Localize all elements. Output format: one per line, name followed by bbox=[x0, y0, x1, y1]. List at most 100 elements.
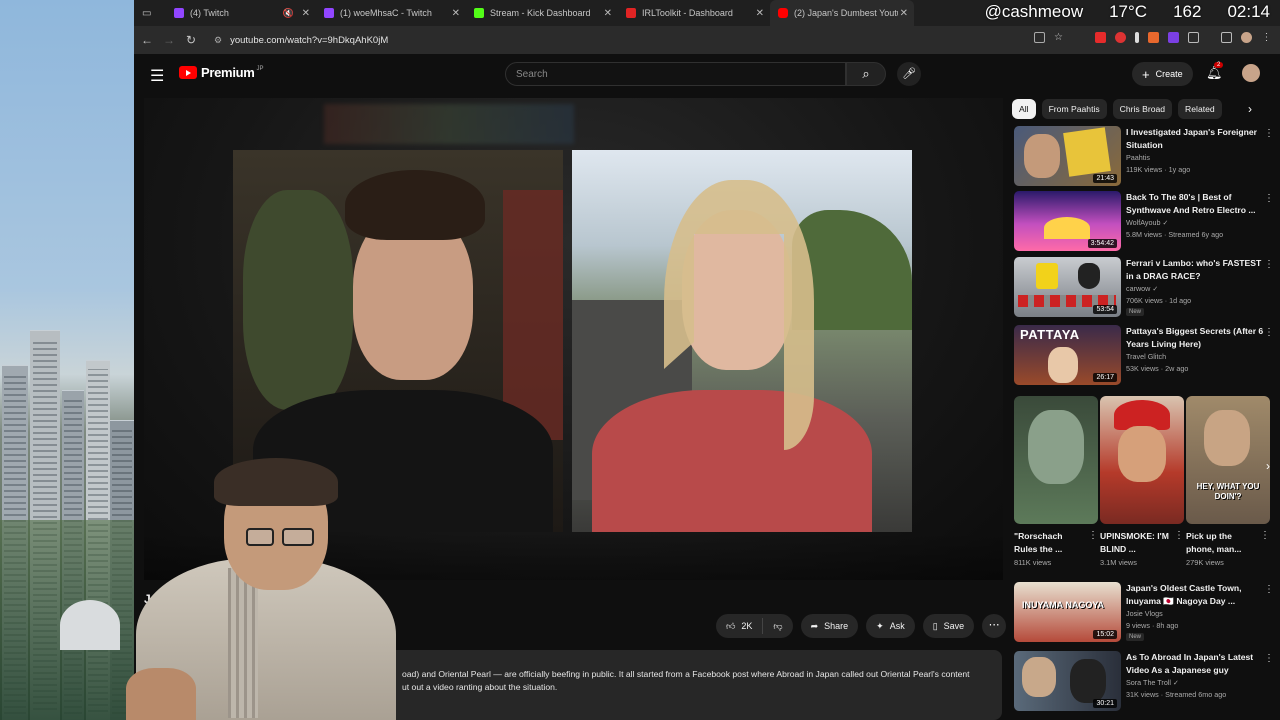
stream-handle: @cashmeow bbox=[984, 2, 1084, 21]
menu-dots-icon[interactable]: ⋮ bbox=[1261, 32, 1272, 43]
forward-icon[interactable]: → bbox=[158, 33, 180, 47]
recommendation-item[interactable]: PATTAYA 26:17 Pattaya's Biggest Secrets … bbox=[1014, 325, 1274, 387]
tab-title: Stream - Kick Dashboard bbox=[490, 8, 591, 18]
close-icon[interactable]: ✕ bbox=[756, 8, 764, 19]
like-button[interactable]: 👍︎ 2K bbox=[716, 614, 762, 638]
extension-icon[interactable] bbox=[1095, 32, 1106, 43]
rec-title[interactable]: Back To The 80's | Best of Synthwave And… bbox=[1126, 191, 1266, 216]
video-thumbnail[interactable]: 3:54:42 bbox=[1014, 191, 1121, 251]
share-button[interactable]: ➦ Share bbox=[800, 614, 859, 638]
video-thumbnail[interactable]: 21:43 bbox=[1014, 126, 1121, 186]
thumbnail-text: INUYAMA NAGOYA bbox=[1022, 600, 1105, 610]
rec-channel[interactable]: carwow ✓ bbox=[1126, 284, 1158, 293]
reading-list-icon[interactable] bbox=[1221, 32, 1232, 43]
more-options-icon[interactable]: ⋮ bbox=[1174, 530, 1184, 541]
rec-meta: 31K views · Streamed 6mo ago bbox=[1126, 690, 1227, 699]
avatar[interactable] bbox=[1242, 64, 1260, 82]
video-thumbnail[interactable]: 53:54 bbox=[1014, 257, 1121, 317]
recommendation-item[interactable]: 21:43 I Investigated Japan's Foreigner S… bbox=[1014, 126, 1274, 188]
close-icon[interactable]: ✕ bbox=[452, 8, 460, 19]
duration-badge: 53:54 bbox=[1093, 305, 1117, 314]
rec-title[interactable]: Japan's Oldest Castle Town, Inuyama 🇯🇵 N… bbox=[1126, 582, 1266, 607]
chip-related[interactable]: Related bbox=[1178, 99, 1222, 119]
youtube-header: ☰ Premium JP Search ⌕ 🎤︎ + Create 🔔︎ 2 bbox=[134, 54, 1280, 94]
thumbnail-text: HEY, WHAT YOU DOIN'? bbox=[1196, 482, 1260, 501]
mic-button[interactable]: 🎤︎ bbox=[897, 62, 921, 86]
search-input[interactable]: Search bbox=[505, 62, 846, 86]
save-button[interactable]: ▯ Save bbox=[922, 614, 975, 638]
close-icon[interactable]: ✕ bbox=[302, 8, 310, 19]
more-options-icon[interactable]: ⋮ bbox=[1260, 530, 1270, 541]
city-background bbox=[0, 0, 134, 720]
install-icon[interactable] bbox=[1034, 32, 1045, 43]
search-button[interactable]: ⌕ bbox=[846, 62, 886, 86]
rec-channel[interactable]: Travel Glitch bbox=[1126, 352, 1166, 361]
star-icon[interactable]: ☆ bbox=[1054, 32, 1065, 43]
short-title[interactable]: UPINSMOKE: I'M BLIND ... bbox=[1100, 530, 1172, 555]
mute-icon[interactable]: 🔇 bbox=[283, 8, 294, 19]
dislike-button[interactable]: 👎︎ bbox=[763, 614, 792, 638]
chip-all[interactable]: All bbox=[1012, 99, 1036, 119]
close-icon[interactable]: ✕ bbox=[900, 8, 908, 19]
extension-icon[interactable] bbox=[1168, 32, 1179, 43]
hamburger-icon[interactable]: ☰ bbox=[150, 66, 164, 86]
tab-twitch-1[interactable]: (4) Twitch 🔇 ✕ bbox=[166, 0, 316, 26]
profile-icon[interactable] bbox=[1241, 32, 1252, 43]
recommendation-item[interactable]: 30:21 As To Abroad In Japan's Latest Vid… bbox=[1014, 651, 1274, 713]
short-thumbnail[interactable] bbox=[1100, 396, 1184, 524]
more-options-icon[interactable]: ⋮ bbox=[1264, 653, 1274, 664]
chip-chris-broad[interactable]: Chris Broad bbox=[1112, 99, 1173, 119]
short-thumbnail[interactable]: HEY, WHAT YOU DOIN'? bbox=[1186, 396, 1270, 524]
chevron-right-icon[interactable]: › bbox=[1266, 459, 1270, 473]
rec-title[interactable]: I Investigated Japan's Foreigner Situati… bbox=[1126, 126, 1266, 151]
save-label: Save bbox=[943, 621, 965, 631]
short-title[interactable]: "Rorschach Rules the ... bbox=[1014, 530, 1086, 555]
rec-title[interactable]: As To Abroad In Japan's Latest Video As … bbox=[1126, 651, 1266, 676]
rec-channel[interactable]: Josie Vlogs bbox=[1126, 609, 1163, 618]
tab-irltoolkit[interactable]: IRLToolkit - Dashboard ✕ bbox=[618, 0, 770, 26]
video-thumbnail[interactable]: INUYAMA NAGOYA 15:02 bbox=[1014, 582, 1121, 642]
tab-search-button[interactable]: ▭ bbox=[134, 0, 166, 26]
video-thumbnail[interactable]: PATTAYA 26:17 bbox=[1014, 325, 1121, 385]
chevron-right-icon[interactable]: › bbox=[1248, 102, 1252, 116]
recommendation-item[interactable]: 3:54:42 Back To The 80's | Best of Synth… bbox=[1014, 191, 1274, 253]
extension-icon[interactable] bbox=[1148, 32, 1159, 43]
more-options-icon[interactable]: ⋮ bbox=[1088, 530, 1098, 541]
more-options-icon[interactable]: ⋮ bbox=[1264, 327, 1274, 338]
chip-from-paahtis[interactable]: From Paahtis bbox=[1041, 99, 1107, 119]
rec-channel[interactable]: Paahtis bbox=[1126, 153, 1150, 162]
more-options-icon[interactable]: ⋮ bbox=[1264, 584, 1274, 595]
more-options-icon[interactable]: ⋮ bbox=[1264, 193, 1274, 204]
back-icon[interactable]: ← bbox=[136, 33, 158, 47]
puzzle-icon[interactable] bbox=[1188, 32, 1199, 43]
video-thumbnail[interactable]: 30:21 bbox=[1014, 651, 1121, 711]
more-actions-button[interactable]: ⋯ bbox=[982, 614, 1007, 638]
youtube-logo[interactable]: Premium JP bbox=[179, 65, 264, 80]
notifications-button[interactable]: 🔔︎ 2 bbox=[1206, 62, 1224, 81]
create-button[interactable]: + Create bbox=[1132, 62, 1193, 86]
more-options-icon[interactable]: ⋮ bbox=[1264, 128, 1274, 139]
tab-twitch-2[interactable]: (1) woeMhsaC - Twitch ✕ bbox=[316, 0, 466, 26]
rec-channel[interactable]: Sora The Troll ✓ bbox=[1126, 678, 1179, 687]
tab-title: (1) woeMhsaC - Twitch bbox=[340, 8, 432, 18]
stream-viewers: 162 bbox=[1173, 2, 1202, 21]
reload-icon[interactable]: ↻ bbox=[180, 33, 202, 47]
rec-title[interactable]: Ferrari v Lambo: who's FASTEST in a DRAG… bbox=[1126, 257, 1266, 282]
short-thumbnail[interactable] bbox=[1014, 396, 1098, 524]
extension-icon[interactable] bbox=[1115, 32, 1126, 43]
site-info-icon[interactable]: ⚙ bbox=[214, 35, 222, 46]
extension-icon[interactable] bbox=[1135, 32, 1139, 43]
close-icon[interactable]: ✕ bbox=[604, 8, 612, 19]
rec-channel[interactable]: WolfAyoub ✓ bbox=[1126, 218, 1169, 227]
duration-badge: 21:43 bbox=[1093, 174, 1117, 183]
ask-button[interactable]: ✦ Ask bbox=[866, 614, 915, 638]
tab-youtube[interactable]: (2) Japan's Dumbest Youtub ✕ bbox=[770, 0, 914, 26]
tab-kick[interactable]: Stream - Kick Dashboard ✕ bbox=[466, 0, 618, 26]
url-field[interactable]: ⚙ youtube.com/watch?v=9hDkqAhK0jM bbox=[214, 30, 388, 50]
duration-badge: 3:54:42 bbox=[1087, 239, 1117, 248]
short-title[interactable]: Pick up the phone, man... bbox=[1186, 530, 1258, 555]
recommendation-item[interactable]: INUYAMA NAGOYA 15:02 Japan's Oldest Cast… bbox=[1014, 582, 1274, 644]
rec-title[interactable]: Pattaya's Biggest Secrets (After 6 Years… bbox=[1126, 325, 1266, 350]
recommendation-item[interactable]: 53:54 Ferrari v Lambo: who's FASTEST in … bbox=[1014, 257, 1274, 319]
more-options-icon[interactable]: ⋮ bbox=[1264, 259, 1274, 270]
